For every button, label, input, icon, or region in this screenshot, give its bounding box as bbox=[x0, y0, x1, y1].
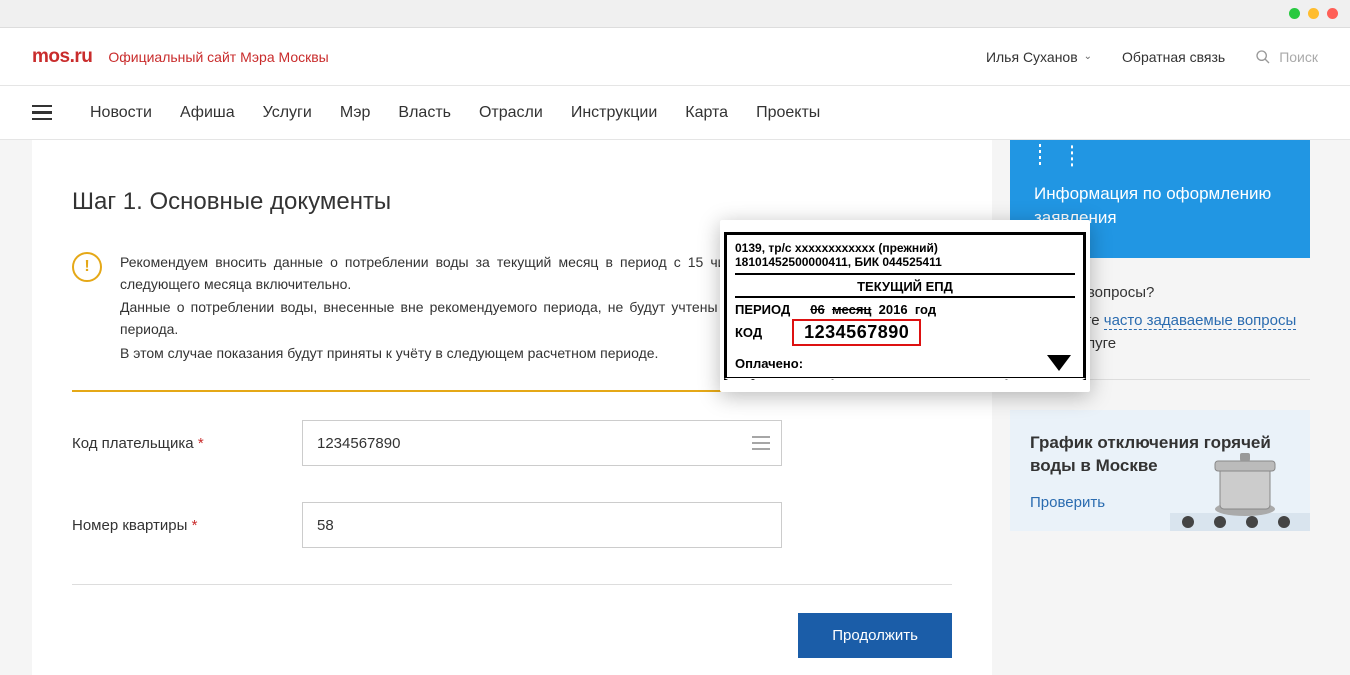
nav-services[interactable]: Услуги bbox=[263, 104, 312, 122]
top-header: mos.ru Официальный сайт Мэра Москвы Илья… bbox=[0, 28, 1350, 86]
window-chrome bbox=[0, 0, 1350, 28]
document-tooltip: 0139, тр/с хххххххххххх (прежний) 181014… bbox=[720, 220, 1090, 392]
warning-icon: ! bbox=[72, 252, 102, 282]
triangle-down-icon bbox=[1047, 355, 1071, 371]
doc-code-row: КОД 1234567890 bbox=[735, 319, 1075, 346]
nav-news[interactable]: Новости bbox=[90, 104, 152, 122]
payer-code-input[interactable] bbox=[302, 420, 782, 466]
divider bbox=[72, 584, 952, 585]
site-logo[interactable]: mos.ru bbox=[32, 46, 92, 68]
doc-account-line: 0139, тр/с хххххххххххх (прежний) bbox=[735, 241, 1075, 255]
nav-mayor[interactable]: Мэр bbox=[340, 104, 371, 122]
promo-image bbox=[1170, 441, 1310, 531]
document-icon bbox=[1034, 140, 1286, 168]
hamburger-icon[interactable] bbox=[32, 105, 52, 121]
payer-code-row: Код плательщика * bbox=[72, 420, 952, 466]
main-nav: Новости Афиша Услуги Мэр Власть Отрасли … bbox=[0, 86, 1350, 140]
search-icon bbox=[1255, 49, 1271, 65]
sidebar-promo: График отключения горячей воды в Москве … bbox=[1010, 410, 1310, 531]
doc-bik-line: 18101452500000411, БИК 044525411 bbox=[735, 255, 1075, 275]
doc-code-value: 1234567890 bbox=[792, 319, 921, 346]
window-minimize[interactable] bbox=[1289, 8, 1300, 19]
user-menu[interactable]: Илья Суханов ⌄ bbox=[986, 49, 1092, 65]
nav-map[interactable]: Карта bbox=[685, 104, 728, 122]
continue-button[interactable]: Продолжить bbox=[798, 613, 952, 658]
apartment-label: Номер квартиры * bbox=[72, 517, 302, 534]
payer-code-label: Код плательщика * bbox=[72, 435, 302, 452]
nav-projects[interactable]: Проекты bbox=[756, 104, 820, 122]
window-close[interactable] bbox=[1327, 8, 1338, 19]
window-maximize[interactable] bbox=[1308, 8, 1319, 19]
list-icon[interactable] bbox=[752, 436, 770, 450]
apartment-row: Номер квартиры * bbox=[72, 502, 952, 548]
chevron-down-icon: ⌄ bbox=[1084, 51, 1092, 62]
user-name: Илья Суханов bbox=[986, 49, 1078, 65]
apartment-input[interactable] bbox=[302, 502, 782, 548]
site-tagline: Официальный сайт Мэра Москвы bbox=[108, 49, 328, 65]
nav-industries[interactable]: Отрасли bbox=[479, 104, 543, 122]
step-title: Шаг 1. Основные документы bbox=[72, 188, 952, 216]
nav-afisha[interactable]: Афиша bbox=[180, 104, 235, 122]
nav-power[interactable]: Власть bbox=[398, 104, 451, 122]
doc-period-label: ПЕРИОД bbox=[735, 302, 790, 317]
feedback-link[interactable]: Обратная связь bbox=[1122, 49, 1225, 65]
search[interactable]: Поиск bbox=[1255, 49, 1318, 65]
search-placeholder: Поиск bbox=[1279, 49, 1318, 65]
torn-edge bbox=[724, 378, 1086, 388]
doc-code-label: КОД bbox=[735, 325, 762, 340]
faq-link[interactable]: часто задаваемые вопросы bbox=[1104, 312, 1297, 330]
doc-paid-label: Оплачено: bbox=[735, 356, 1075, 371]
doc-header: ТЕКУЩИЙ ЕПД bbox=[735, 277, 1075, 298]
doc-period-row: ПЕРИОД 06 месяц 2016 год bbox=[735, 302, 1075, 317]
nav-instructions[interactable]: Инструкции bbox=[571, 104, 657, 122]
